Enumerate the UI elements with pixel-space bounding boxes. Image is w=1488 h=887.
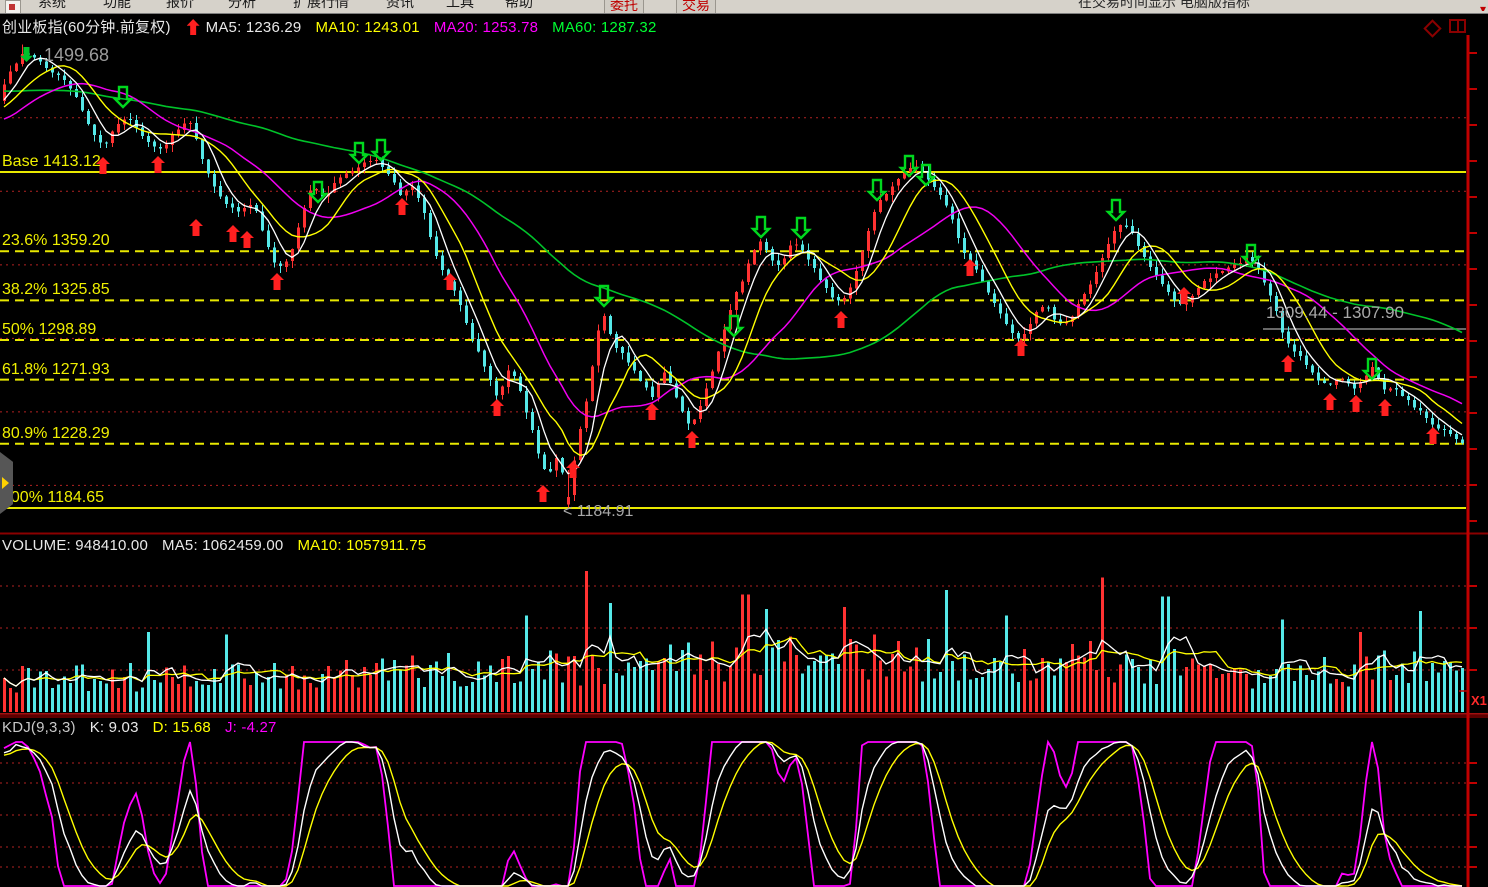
kdj-params-label: KDJ(9,3,3) [2, 719, 76, 736]
chart-canvas[interactable] [0, 0, 1488, 887]
fib-label-61-8: 61.8% 1271.93 [2, 361, 110, 379]
fib-label-50: 50% 1298.89 [2, 321, 96, 339]
volume-label: VOLUME: 948410.00 [2, 537, 148, 554]
kdj-title-row: KDJ(9,3,3) K: 9.03 D: 15.68 J: -4.27 [2, 719, 291, 736]
fib-label-100: 100% 1184.65 [2, 489, 104, 507]
trading-terminal-window: 系统 功能 报价 分析 扩展行情 资讯 工具 帮助 委托 交易 在交易时间显示 … [0, 0, 1488, 887]
high-price-annotation: 1499.68 [44, 45, 109, 66]
volume-ma10-label: MA10: 1057911.75 [297, 537, 426, 554]
fib-label-80-9: 80.9% 1228.29 [2, 425, 110, 443]
kdj-j-label: J: -4.27 [225, 719, 277, 736]
gap-annotation: 1309.44 - 1307.90 [1266, 303, 1404, 323]
volume-ma5-label: MA5: 1062459.00 [162, 537, 283, 554]
indicator-x1-button[interactable]: X1 [1471, 693, 1487, 708]
kdj-k-label: K: 9.03 [90, 719, 139, 736]
fib-label-base: Base 1413.12 [2, 153, 101, 171]
expand-triangle-icon [2, 477, 9, 489]
low-price-annotation: < 1184.91 [563, 503, 633, 521]
volume-title-row: VOLUME: 948410.00 MA5: 1062459.00 MA10: 10… [2, 537, 440, 554]
fib-label-23-6: 23.6% 1359.20 [2, 232, 110, 250]
sidebar-expand-handle[interactable] [0, 452, 13, 514]
fib-label-38-2: 38.2% 1325.85 [2, 281, 110, 299]
kdj-d-label: D: 15.68 [153, 719, 211, 736]
